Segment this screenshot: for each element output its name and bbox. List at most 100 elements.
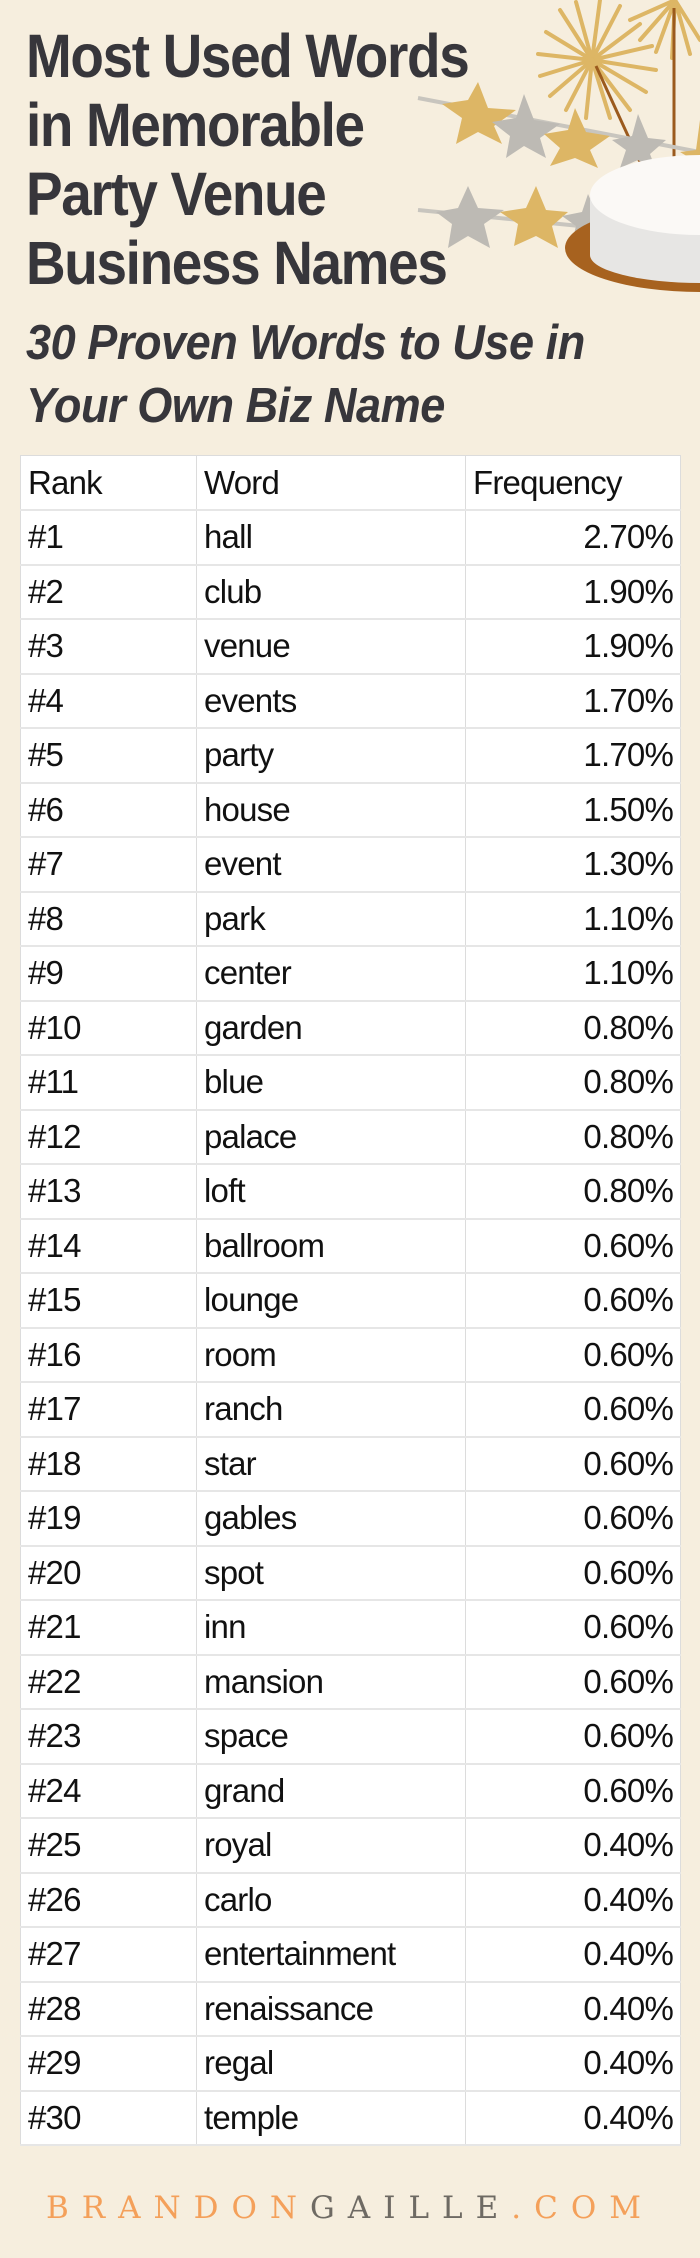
table-row: #23 space 0.60% [20, 1708, 681, 1765]
frequency-cell: 1.10% [465, 945, 681, 1002]
rank-cell: #14 [20, 1218, 197, 1274]
rank-cell: #29 [20, 2035, 197, 2092]
table-row: #22 mansion 0.60% [20, 1654, 681, 1710]
word-cell: gables [196, 1490, 466, 1547]
brand-part-gaille: GAILLE [310, 2190, 512, 2226]
table-row: #17 ranch 0.60% [20, 1381, 681, 1438]
frequency-cell: 1.10% [465, 891, 681, 947]
frequency-cell: 0.40% [465, 1926, 681, 1983]
frequency-cell: 1.70% [465, 727, 681, 784]
frequency-cell: 0.60% [465, 1327, 681, 1383]
table-row: #12 palace 0.80% [20, 1109, 681, 1165]
table-row: #19 gables 0.60% [20, 1490, 681, 1547]
table-row: #3 venue 1.90% [20, 618, 681, 675]
word-cell: carlo [196, 1872, 466, 1928]
word-cell: renaissance [196, 1981, 466, 2037]
rank-cell: #23 [20, 1708, 197, 1765]
table-row: #20 spot 0.60% [20, 1545, 681, 1601]
rank-cell: #11 [20, 1054, 197, 1111]
word-cell: house [196, 782, 466, 838]
table-row: #27 entertainment 0.40% [20, 1926, 681, 1983]
word-cell: lounge [196, 1272, 466, 1329]
title-line: Most Used Words [26, 22, 470, 90]
table-header-row: Rank Word Frequency [20, 455, 681, 511]
rank-cell: #17 [20, 1381, 197, 1438]
table-row: #4 events 1.70% [20, 673, 681, 729]
rank-cell: #1 [20, 509, 197, 566]
table-row: #29 regal 0.40% [20, 2035, 681, 2092]
rank-cell: #12 [20, 1109, 197, 1165]
frequency-cell: 1.90% [465, 564, 681, 620]
word-cell: events [196, 673, 466, 729]
rank-cell: #3 [20, 618, 197, 675]
frequency-cell: 0.80% [465, 1163, 681, 1220]
rank-cell: #4 [20, 673, 197, 729]
frequency-cell: 0.60% [465, 1490, 681, 1547]
word-cell: regal [196, 2035, 466, 2092]
word-cell: royal [196, 1817, 466, 1874]
frequency-cell: 0.60% [465, 1708, 681, 1765]
word-cell: garden [196, 1000, 466, 1056]
rank-cell: #5 [20, 727, 197, 784]
frequency-cell: 0.60% [465, 1545, 681, 1601]
word-cell: center [196, 945, 466, 1002]
rank-cell: #9 [20, 945, 197, 1002]
rank-cell: #27 [20, 1926, 197, 1983]
table-row: #26 carlo 0.40% [20, 1872, 681, 1928]
rank-cell: #18 [20, 1436, 197, 1492]
rank-cell: #25 [20, 1817, 197, 1874]
word-cell: park [196, 891, 466, 947]
word-cell: temple [196, 2090, 466, 2146]
table-row: #16 room 0.60% [20, 1327, 681, 1383]
column-header-rank: Rank [20, 455, 197, 511]
table-row: #6 house 1.50% [20, 782, 681, 838]
rank-cell: #6 [20, 782, 197, 838]
frequency-cell: 1.50% [465, 782, 681, 838]
title-line: Business Names [26, 229, 448, 297]
table-row: #30 temple 0.40% [20, 2090, 681, 2146]
frequency-cell: 0.40% [465, 1817, 681, 1874]
word-cell: inn [196, 1599, 466, 1656]
word-cell: space [196, 1708, 466, 1765]
rank-cell: #13 [20, 1163, 197, 1220]
table-row: #5 party 1.70% [20, 727, 681, 784]
brand-part-brandon: BRANDON [46, 2190, 311, 2226]
frequency-cell: 1.30% [465, 836, 681, 893]
table-body: #1 hall 2.70% #2 club 1.90% #3 venue 1.90% #4 even… [20, 509, 681, 2146]
rank-cell: #28 [20, 1981, 197, 2037]
title-line: in Memorable [26, 91, 365, 159]
frequency-cell: 0.80% [465, 1054, 681, 1111]
frequency-cell: 0.40% [465, 2035, 681, 2092]
rank-cell: #2 [20, 564, 197, 620]
frequency-cell: 0.60% [465, 1654, 681, 1710]
rank-cell: #10 [20, 1000, 197, 1056]
table-row: #8 park 1.10% [20, 891, 681, 947]
column-header-word: Word [196, 455, 466, 511]
word-cell: club [196, 564, 466, 620]
table-row: #24 grand 0.60% [20, 1763, 681, 1819]
table-row: #9 center 1.10% [20, 945, 681, 1002]
table-row: #18 star 0.60% [20, 1436, 681, 1492]
frequency-cell: 0.60% [465, 1218, 681, 1274]
table-row: #2 club 1.90% [20, 564, 681, 620]
frequency-cell: 0.40% [465, 1981, 681, 2037]
rank-cell: #24 [20, 1763, 197, 1819]
table-row: #1 hall 2.70% [20, 509, 681, 566]
word-cell: mansion [196, 1654, 466, 1710]
subtitle-line: Your Own Biz Name [26, 379, 445, 433]
table-row: #13 loft 0.80% [20, 1163, 681, 1220]
word-cell: party [196, 727, 466, 784]
table-row: #14 ballroom 0.60% [20, 1218, 681, 1274]
frequency-cell: 2.70% [465, 509, 681, 566]
subtitle-line: 30 Proven Words to Use in [26, 316, 585, 370]
table-row: #10 garden 0.80% [20, 1000, 681, 1056]
frequency-cell: 0.60% [465, 1436, 681, 1492]
word-cell: ballroom [196, 1218, 466, 1274]
table-row: #11 blue 0.80% [20, 1054, 681, 1111]
brand-footer: BRANDONGAILLE.COM [0, 2190, 700, 2226]
page-subtitle: 30 Proven Words to Use in Your Own Biz N… [26, 312, 585, 438]
word-cell: hall [196, 509, 466, 566]
rank-cell: #15 [20, 1272, 197, 1329]
word-cell: entertainment [196, 1926, 466, 1983]
frequency-cell: 0.80% [465, 1000, 681, 1056]
